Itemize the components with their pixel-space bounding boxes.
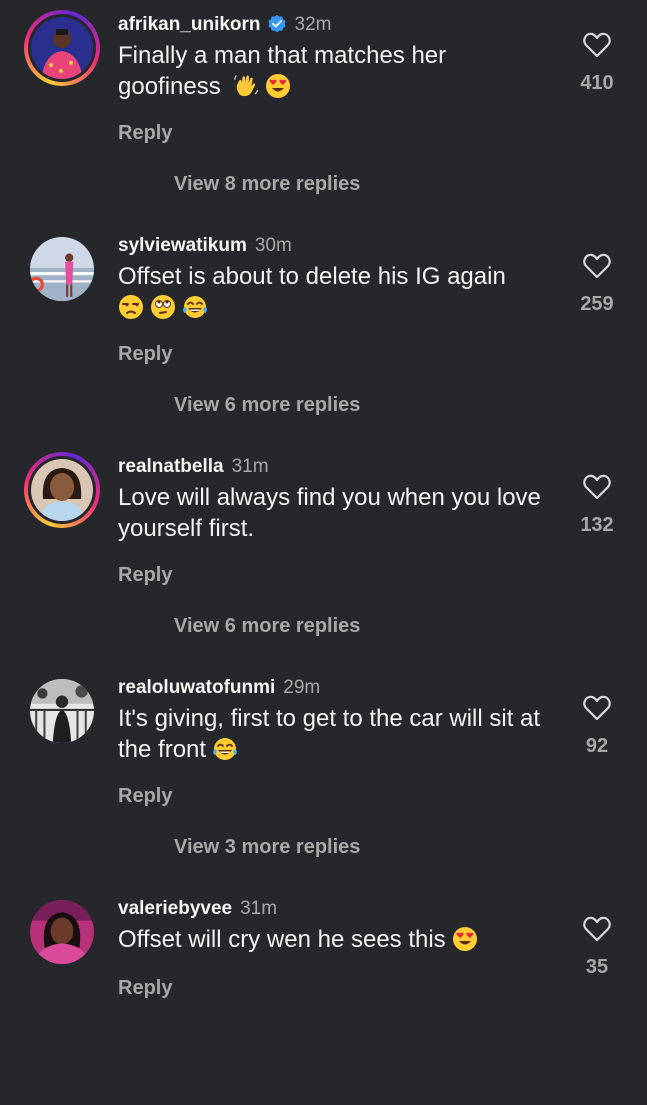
like-count: 132	[580, 514, 614, 536]
unamused-emoji-icon	[119, 295, 143, 319]
username[interactable]: realnatbella	[118, 456, 224, 477]
comment: afrikan_unikorn 32m Finally a man that ma…	[0, 0, 647, 221]
heart-icon[interactable]	[582, 30, 612, 60]
username[interactable]: realoluwatofunmi	[118, 677, 275, 698]
like-area: 92	[560, 693, 634, 758]
comment-text: It's giving, first to get to the car wil…	[118, 703, 548, 765]
comment-body: Offset is about to delete his IG again	[118, 263, 506, 290]
reply-button[interactable]: Reply	[118, 341, 172, 367]
verified-badge-icon	[267, 14, 286, 33]
avatar-image	[30, 900, 94, 964]
avatar[interactable]	[24, 673, 100, 749]
heart-icon[interactable]	[582, 693, 612, 723]
view-more-replies-button[interactable]: View 6 more replies	[174, 613, 360, 639]
timestamp: 31m	[231, 456, 269, 477]
username[interactable]: afrikan_unikorn	[118, 14, 261, 35]
avatar[interactable]	[24, 231, 100, 307]
view-more-replies-button[interactable]: View 6 more replies	[174, 392, 360, 418]
avatar-image	[31, 459, 93, 521]
timestamp: 32m	[294, 14, 332, 35]
heart-eyes-emoji-icon	[452, 927, 477, 951]
heart-icon[interactable]	[582, 472, 612, 502]
comment-header: afrikan_unikorn 32m	[118, 12, 332, 38]
avatar[interactable]	[24, 894, 100, 970]
tears-of-joy-emoji-icon	[183, 296, 207, 318]
timestamp: 31m	[240, 898, 278, 919]
like-count: 92	[585, 735, 609, 757]
reply-button[interactable]: Reply	[118, 120, 172, 146]
waving-hand-emoji-icon	[234, 75, 259, 97]
reply-button[interactable]: Reply	[118, 783, 172, 809]
comment-body: Love will always find you when you love …	[118, 484, 541, 542]
comment-text: Finally a man that matches her goofiness	[118, 40, 548, 102]
view-more-replies-button[interactable]: View 8 more replies	[174, 171, 360, 197]
username[interactable]: valeriebyvee	[118, 898, 232, 919]
comment-text: Love will always find you when you love …	[118, 482, 548, 544]
avatar-image	[31, 17, 93, 79]
heart-eyes-emoji-icon	[266, 74, 291, 98]
like-area: 259	[560, 251, 634, 316]
timestamp: 29m	[283, 677, 321, 698]
username[interactable]: sylviewatikum	[118, 235, 247, 256]
comment-header: valeriebyvee 31m	[118, 896, 277, 922]
view-more-replies-button[interactable]: View 3 more replies	[174, 834, 360, 860]
comment: realnatbella 31m Love will always find yo…	[0, 442, 647, 663]
heart-icon[interactable]	[582, 914, 612, 944]
like-area: 35	[560, 914, 634, 979]
eye-roll-emoji-icon	[151, 295, 175, 319]
comment-text: Offset is about to delete his IG again	[118, 261, 548, 323]
like-area: 132	[560, 472, 634, 537]
comment-text: Offset will cry wen he sees this	[118, 924, 548, 955]
avatar-image	[30, 237, 94, 301]
like-count: 35	[585, 956, 609, 978]
like-count: 259	[580, 293, 614, 315]
comment-body: Offset will cry wen he sees this	[118, 926, 446, 953]
tears-of-joy-emoji-icon	[213, 738, 237, 760]
avatar[interactable]	[24, 10, 100, 86]
comment: valeriebyvee 31m Offset will cry wen he s…	[0, 884, 647, 1105]
reply-button[interactable]: Reply	[118, 562, 172, 588]
comment: sylviewatikum 30m Offset is about to dele…	[0, 221, 647, 442]
timestamp: 30m	[254, 235, 292, 256]
comment-header: realnatbella 31m	[118, 454, 269, 480]
comment-body: It's giving, first to get to the car wil…	[118, 705, 541, 763]
avatar[interactable]	[24, 452, 100, 528]
reply-button[interactable]: Reply	[118, 975, 172, 1001]
comment-header: sylviewatikum 30m	[118, 233, 292, 259]
avatar-image	[30, 679, 94, 743]
like-count: 410	[580, 72, 614, 94]
like-area: 410	[560, 30, 634, 95]
comment: realoluwatofunmi 29m It's giving, first t…	[0, 663, 647, 884]
comment-header: realoluwatofunmi 29m	[118, 675, 320, 701]
heart-icon[interactable]	[582, 251, 612, 281]
